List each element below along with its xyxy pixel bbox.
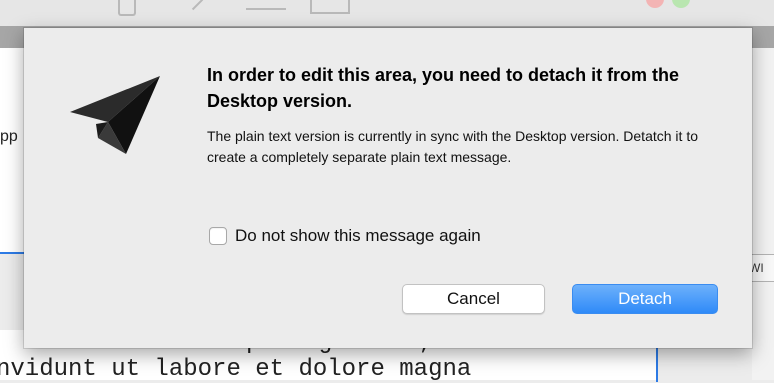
window-close-icon[interactable] (646, 0, 664, 8)
dont-show-again-row[interactable]: Do not show this message again (209, 226, 481, 246)
editor-line: nvidunt ut labore et dolore magna (0, 356, 472, 383)
window-zoom-icon[interactable] (672, 0, 690, 8)
dont-show-again-label[interactable]: Do not show this message again (235, 226, 481, 246)
background-left-text: pp (0, 128, 18, 145)
toolbar-arrow-icon[interactable] (184, 0, 204, 11)
paper-plane-icon (70, 76, 160, 154)
cancel-button[interactable]: Cancel (402, 284, 545, 314)
dont-show-again-checkbox[interactable] (209, 227, 227, 245)
dialog-title: In order to edit this area, you need to … (207, 65, 680, 111)
background-right-panel (752, 48, 774, 380)
dialog-message: The plain text version is currently in s… (207, 128, 698, 165)
background-focus-line (656, 342, 658, 382)
detach-dialog: In order to edit this area, you need to … (24, 28, 752, 348)
toolbar-format-icon[interactable] (246, 0, 286, 10)
toolbar-window-icon[interactable] (310, 0, 350, 14)
detach-button[interactable]: Detach (572, 284, 718, 314)
toolbar-attach-icon[interactable] (118, 0, 136, 16)
